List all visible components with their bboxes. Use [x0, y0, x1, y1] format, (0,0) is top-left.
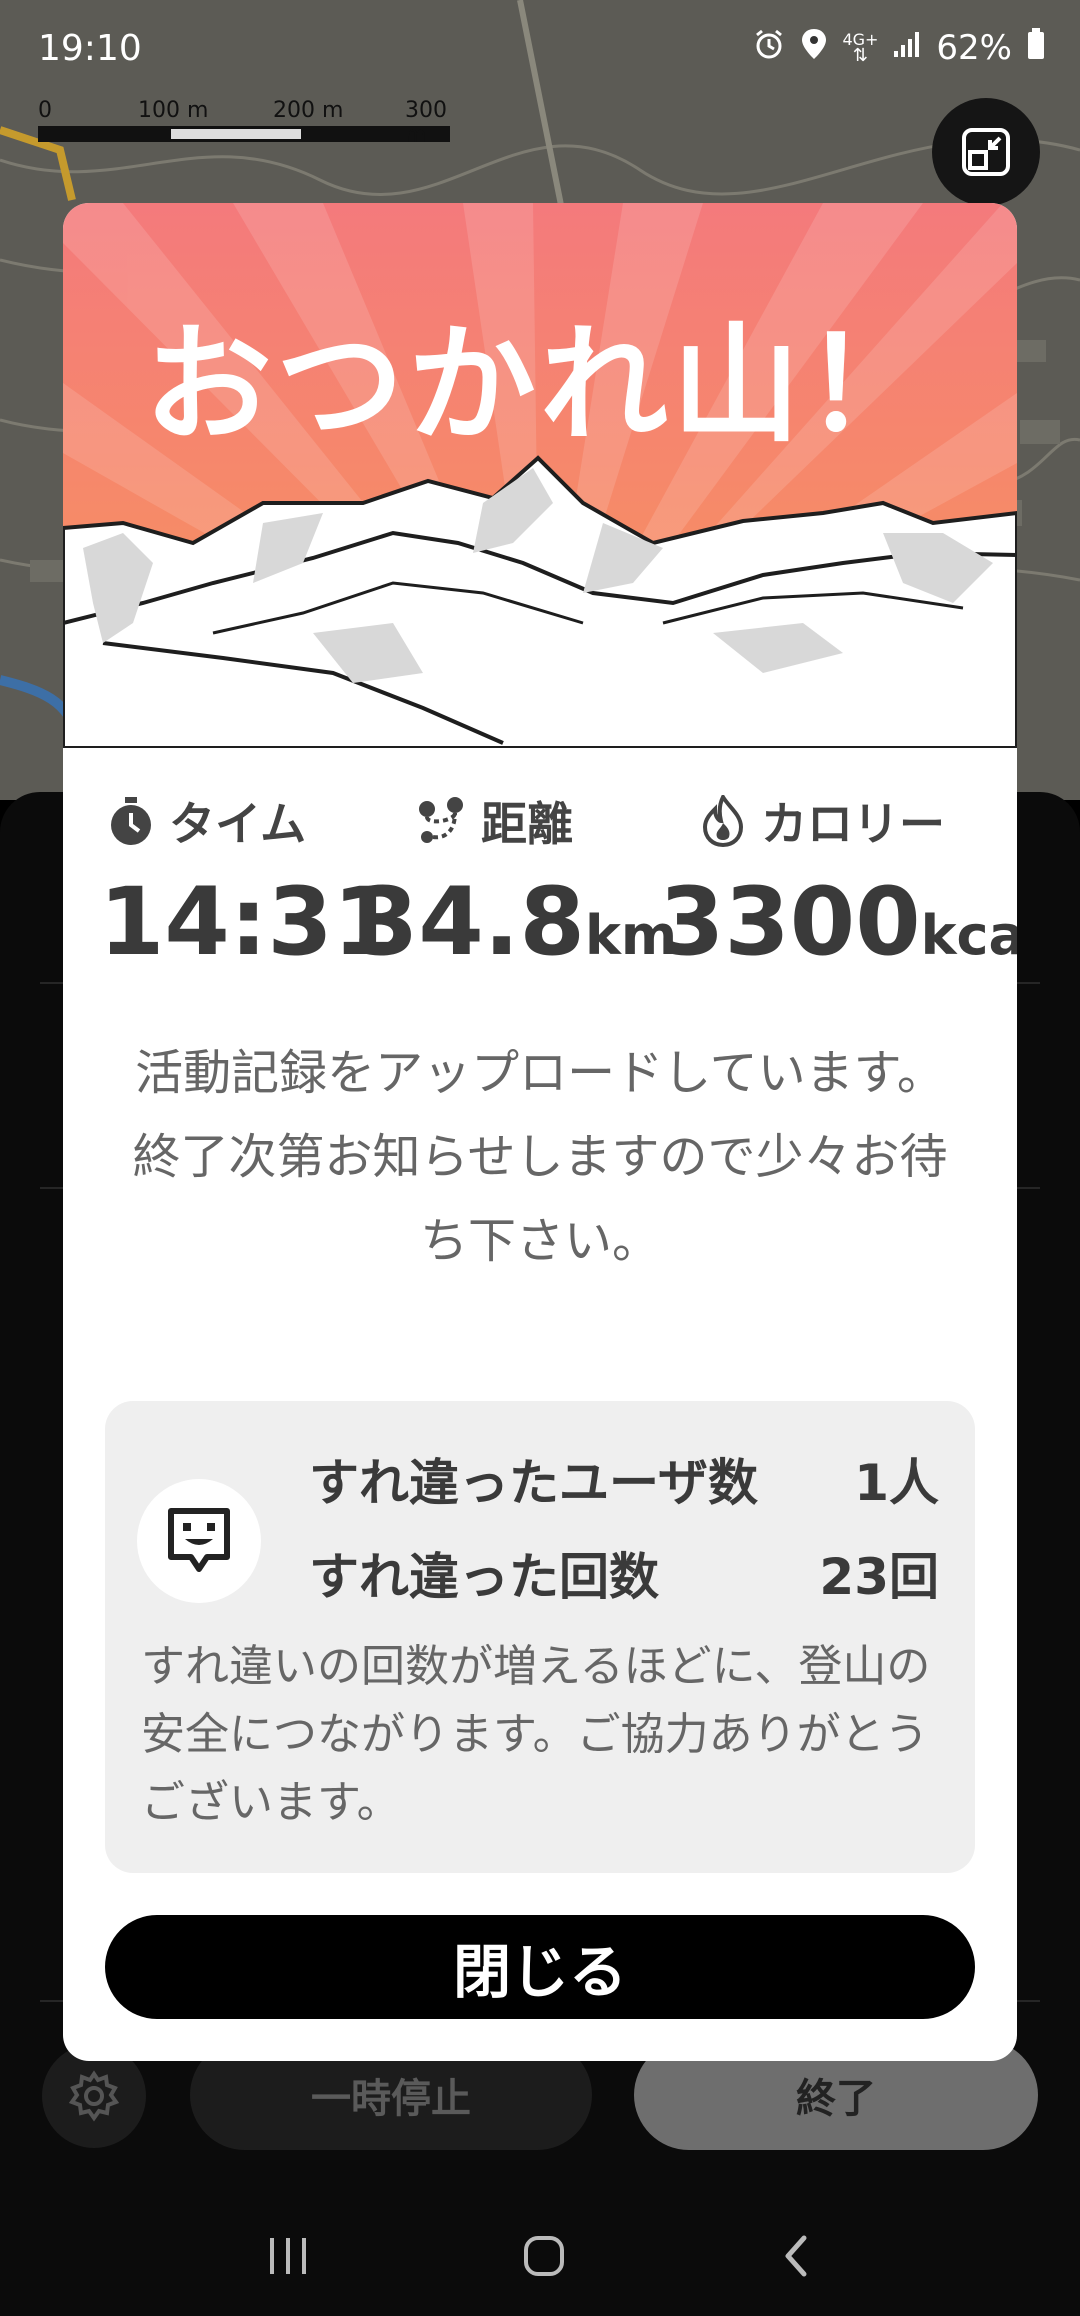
encounter-users-row: すれ違ったユーザ数 1人: [309, 1443, 939, 1515]
dialog-header-illustration: おつかれ山！: [63, 203, 1017, 748]
scale-label-200: 200 m: [273, 98, 344, 123]
home-icon[interactable]: [520, 2232, 568, 2284]
back-icon[interactable]: [776, 2232, 816, 2284]
location-icon: [800, 27, 828, 70]
scale-labels: 0 100 m 200 m 300 m: [38, 98, 450, 148]
network-4g-icon: 4G+ ⇅: [842, 30, 879, 66]
time-stat-label: タイム: [107, 788, 306, 854]
calories-value: 3300kca: [659, 871, 1017, 974]
collapse-icon: [962, 128, 1010, 176]
encounter-users-label: すれ違ったユーザ数: [309, 1454, 758, 1512]
close-button[interactable]: 閉じる: [105, 1915, 975, 2019]
time-label: タイム: [169, 797, 307, 851]
alarm-icon: [752, 27, 786, 70]
passing-face-icon: [137, 1479, 261, 1603]
calories-label: カロリー: [761, 797, 945, 851]
calories-value-text: 3300: [659, 868, 921, 977]
stats-labels: タイム 距離 カロリー: [63, 788, 1017, 858]
scale-label-300: 300 m: [405, 98, 447, 148]
upload-status-message: 活動記録をアップロードしています。終了次第お知らせしますので少々お待ち下さい。: [132, 1045, 948, 1269]
flame-icon: [702, 795, 744, 847]
encounter-count-value: 23回: [819, 1548, 939, 1606]
stats-values: 14:31 34.8km 3300kca: [63, 871, 1017, 981]
stopwatch-icon: [111, 797, 151, 845]
status-indicators: 4G+ ⇅ 62%: [752, 27, 1046, 70]
distance-value: 34.8km: [353, 871, 677, 974]
encounter-summary-card: すれ違ったユーザ数 1人 すれ違った回数 23回 すれ違いの回数が増えるほどに、…: [105, 1401, 975, 1873]
calories-stat-label: カロリー: [699, 788, 945, 854]
battery-percent: 62%: [936, 28, 1012, 68]
encounter-count-row: すれ違った回数 23回: [309, 1537, 939, 1609]
completion-dialog: おつかれ山！ タイム 距離 カロリー 14:31 34.8km 3300kca …: [63, 203, 1017, 2061]
battery-icon: [1026, 27, 1046, 70]
map-fullscreen-button[interactable]: [932, 98, 1040, 206]
encounter-users-value: 1人: [854, 1454, 939, 1512]
route-icon: [419, 797, 463, 843]
scale-label-100: 100 m: [138, 98, 209, 123]
status-time: 19:10: [38, 27, 142, 69]
scale-label-0: 0: [38, 98, 52, 123]
calories-unit: kca: [920, 904, 1017, 967]
encounter-count-label: すれ違った回数: [309, 1548, 659, 1606]
scale-line: [38, 126, 450, 142]
status-bar: 19:10 4G+ ⇅ 62%: [0, 0, 1080, 96]
encounter-note: すれ違いの回数が増えるほどに、登山の安全につながります。ご協力ありがとうございま…: [141, 1641, 931, 1828]
dialog-title: おつかれ山！: [143, 311, 936, 460]
signal-icon: [892, 28, 922, 68]
distance-stat-label: 距離: [415, 788, 573, 854]
distance-value-text: 34.8: [353, 868, 585, 977]
gear-icon: [68, 2070, 120, 2122]
map-scale-bar: 0 100 m 200 m 300 m: [38, 98, 450, 148]
distance-label: 距離: [481, 797, 573, 851]
recent-apps-icon[interactable]: [264, 2234, 312, 2282]
system-navigation-bar: [0, 2200, 1080, 2316]
